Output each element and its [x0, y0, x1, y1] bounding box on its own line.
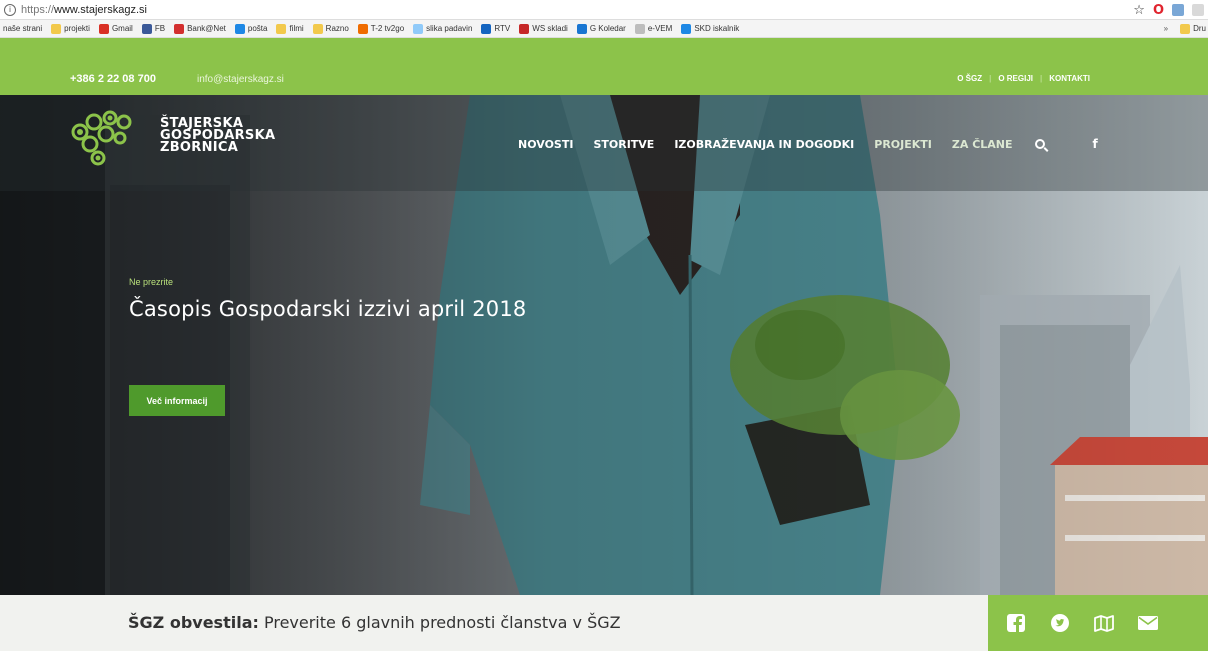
search-icon[interactable]: [1034, 139, 1045, 149]
bookmark-item[interactable]: projekti: [51, 23, 90, 34]
bookmarks-overflow-button[interactable]: »: [1164, 24, 1168, 33]
bookmark-item[interactable]: Gmail: [98, 23, 133, 34]
more-info-button[interactable]: Več informacij: [129, 385, 225, 416]
top-link-o-sgz[interactable]: O ŠGZ: [957, 74, 982, 83]
bookmark-item[interactable]: WS skladi: [519, 23, 568, 34]
social-links: [988, 595, 1208, 651]
bookmark-item[interactable]: Razno: [312, 23, 349, 34]
bookmark-icon: [413, 23, 424, 34]
bookmark-icon: [51, 23, 62, 34]
top-contact-bar: +386 2 22 08 700 info@stajerskagz.si O Š…: [0, 38, 1208, 95]
bookmark-item[interactable]: filmi: [276, 23, 304, 34]
bookmark-icon: [141, 23, 152, 34]
slide-headline[interactable]: Časopis Gospodarski izzivi april 2018: [129, 297, 526, 321]
bookmark-item[interactable]: pošta: [234, 23, 268, 34]
bookmark-item[interactable]: naše strani: [3, 24, 42, 33]
bookmark-item[interactable]: Bank@Net: [174, 23, 226, 34]
bookmark-label: T-2 tv2go: [370, 24, 405, 33]
opera-icon[interactable]: O: [1153, 3, 1164, 18]
bookmark-label: naše strani: [3, 24, 43, 33]
extension-icon[interactable]: [1192, 4, 1204, 16]
nav-item-storitve[interactable]: STORITVE: [593, 138, 654, 151]
browser-toolbar-icons: ☆ O: [1133, 2, 1204, 18]
bookmark-label: filmi: [289, 24, 304, 33]
bookmark-icon: [481, 23, 492, 34]
bookmark-item[interactable]: G Koledar: [576, 23, 626, 34]
nav-item-novosti[interactable]: NOVOSTI: [518, 138, 573, 151]
bookmark-label: SKD iskalnik: [694, 24, 740, 33]
logo-line: ZBORNICA: [160, 140, 239, 155]
bookmark-label: pošta: [247, 24, 268, 33]
bookmark-item[interactable]: T-2 tv2go: [357, 23, 405, 34]
site-logo[interactable]: [68, 110, 153, 170]
bookmark-label: Razno: [325, 24, 349, 33]
star-icon[interactable]: ☆: [1133, 2, 1145, 18]
bookmark-label: e-VEM: [647, 24, 673, 33]
logo-text[interactable]: ŠTAJERSKA GOSPODARSKA ZBORNICA: [160, 117, 275, 155]
facebook-icon[interactable]: [1006, 613, 1026, 633]
nav-item-za-clane[interactable]: ZA ČLANE: [952, 138, 1013, 151]
nav-item-projekti[interactable]: PROJEKTI: [874, 138, 932, 151]
notice-label: ŠGZ obvestila:: [128, 613, 259, 632]
top-links: O ŠGZ | O REGIJI | KONTAKTI: [957, 74, 1090, 83]
notice-bar: ŠGZ obvestila: Preverite 6 glavnih predn…: [0, 595, 988, 651]
notice-text[interactable]: ŠGZ obvestila: Preverite 6 glavnih predn…: [128, 613, 621, 632]
top-link-kontakti[interactable]: KONTAKTI: [1049, 74, 1090, 83]
bookmark-item[interactable]: e-VEM: [634, 23, 673, 34]
phone-number[interactable]: +386 2 22 08 700: [70, 73, 156, 85]
bookmark-icon: [634, 23, 645, 34]
bookmark-label: Dru: [1193, 24, 1206, 33]
nav-item-izobrazevanja[interactable]: IZOBRAŽEVANJA IN DOGODKI: [674, 138, 854, 151]
bookmark-label: projekti: [64, 24, 90, 33]
bookmark-item[interactable]: Dru: [1180, 23, 1206, 34]
bookmark-label: FB: [154, 24, 166, 33]
bookmark-icon: [174, 23, 185, 34]
bookmark-icon: [681, 23, 692, 34]
facebook-icon[interactable]: f: [1093, 137, 1098, 151]
bookmark-label: slika padavin: [426, 24, 473, 33]
main-navigation: NOVOSTI STORITVE IZOBRAŽEVANJA IN DOGODK…: [518, 137, 1098, 151]
mail-icon[interactable]: [1138, 613, 1158, 633]
bookmark-icon: [234, 23, 245, 34]
bookmark-icon: [312, 23, 323, 34]
info-icon[interactable]: i: [4, 3, 16, 16]
email-link[interactable]: info@stajerskagz.si: [197, 74, 284, 85]
bookmark-label: WS skladi: [532, 24, 568, 33]
top-link-o-regiji[interactable]: O REGIJI: [998, 74, 1033, 83]
bookmark-item[interactable]: slika padavin: [413, 23, 473, 34]
twitter-icon[interactable]: [1050, 613, 1070, 633]
bookmark-item[interactable]: RTV: [481, 23, 511, 34]
bookmark-icon: [519, 23, 530, 34]
bookmark-icon: [98, 23, 109, 34]
notice-message: Preverite 6 glavnih prednosti članstva v…: [258, 613, 621, 632]
separator: |: [1040, 74, 1043, 83]
bookmark-label: G Koledar: [589, 24, 626, 33]
bookmark-item[interactable]: SKD iskalnik: [681, 23, 740, 34]
bookmark-label: Gmail: [111, 24, 133, 33]
bookmark-label: Bank@Net: [187, 24, 226, 33]
separator: |: [989, 74, 992, 83]
url-text[interactable]: https://www.stajerskagz.si: [21, 4, 147, 16]
bookmarks-bar: naše strani projekti Gmail FB Bank@Net pošta f…: [0, 20, 1208, 38]
bookmark-icon: [357, 23, 368, 34]
slide-eyebrow: Ne prezrite: [129, 277, 174, 287]
bookmark-icon: [576, 23, 587, 34]
folder-icon: [1180, 23, 1191, 34]
bookmark-icon: [276, 23, 287, 34]
hero-slider: ŠTAJERSKA GOSPODARSKA ZBORNICA NOVOSTI S…: [0, 95, 1208, 595]
map-icon[interactable]: [1094, 613, 1114, 633]
bookmark-item[interactable]: FB: [141, 23, 166, 34]
bookmark-label: RTV: [494, 24, 511, 33]
extension-icon[interactable]: [1172, 4, 1184, 16]
address-bar[interactable]: i https://www.stajerskagz.si ☆ O: [0, 0, 1208, 20]
